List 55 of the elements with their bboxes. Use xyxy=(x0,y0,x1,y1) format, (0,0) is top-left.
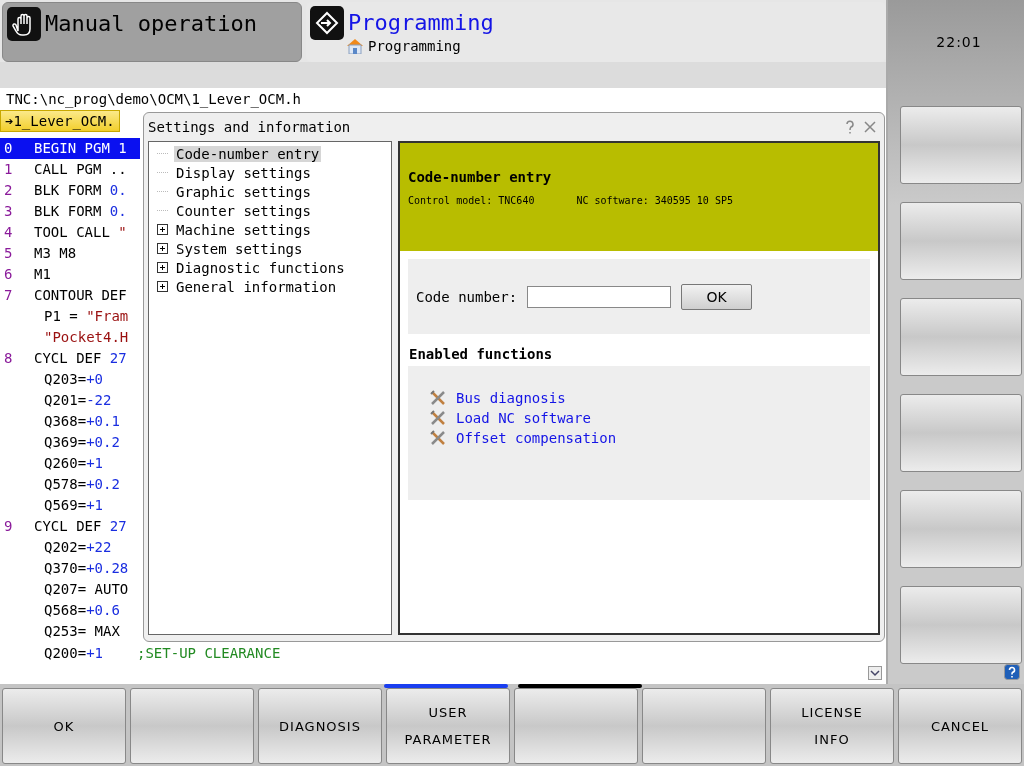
info-text: Control model: TNC640 xyxy=(408,195,535,206)
softkey[interactable] xyxy=(514,688,638,764)
program-line[interactable]: Q200=+1 ;SET-UP CLEARANCE xyxy=(0,642,886,665)
program-icon xyxy=(310,6,344,40)
softkey[interactable]: USER PARAMETER xyxy=(386,688,510,764)
side-softkey[interactable] xyxy=(900,586,1022,664)
side-softkey[interactable] xyxy=(900,202,1022,280)
tools-icon xyxy=(430,390,446,406)
dialog-title: Settings and information xyxy=(148,119,351,135)
side-softkey[interactable] xyxy=(900,106,1022,184)
mode-label: Manual operation xyxy=(45,10,257,38)
tree-item[interactable]: Machine settings xyxy=(174,221,313,238)
softkey[interactable]: OK xyxy=(2,688,126,764)
file-tab[interactable]: ➔1_Lever_OCM. xyxy=(0,110,120,132)
field-label: Code number: xyxy=(416,288,518,305)
function-link[interactable]: Load NC software xyxy=(456,410,591,426)
softkey[interactable]: LICENSE INFO xyxy=(770,688,894,764)
tree-item[interactable]: Diagnostic functions xyxy=(174,259,347,276)
softkey[interactable] xyxy=(642,688,766,764)
side-softkey[interactable] xyxy=(900,298,1022,376)
tree-item[interactable]: General information xyxy=(174,278,339,295)
side-softkey[interactable] xyxy=(900,394,1022,472)
plus-box-icon[interactable] xyxy=(157,262,168,273)
hand-icon xyxy=(7,7,41,41)
plus-box-icon[interactable] xyxy=(157,243,168,254)
tools-icon xyxy=(430,430,446,446)
tree-item[interactable]: Display settings xyxy=(174,164,313,181)
tree-item[interactable]: Counter settings xyxy=(174,202,313,219)
code-number-field[interactable] xyxy=(527,285,672,308)
softkey[interactable]: CANCEL xyxy=(898,688,1022,764)
tools-icon xyxy=(430,410,446,426)
home-icon xyxy=(346,38,364,54)
ok-button[interactable]: OK xyxy=(681,283,753,310)
softkey[interactable] xyxy=(130,688,254,764)
mode-label: Programming xyxy=(348,9,494,37)
tree-item[interactable]: Code-number entry xyxy=(174,145,322,162)
plus-box-icon[interactable] xyxy=(157,281,168,292)
file-path: TNC:\nc_prog\demo\OCM\1_Lever_OCM.h xyxy=(0,88,886,110)
function-link[interactable]: Offset compensation xyxy=(456,430,617,446)
close-icon[interactable] xyxy=(864,120,876,134)
tree-item[interactable]: Graphic settings xyxy=(174,183,313,200)
section-title: Enabled functions xyxy=(408,345,554,364)
panel-heading: Code-number entry xyxy=(408,169,553,185)
softkey[interactable]: DIAGNOSIS xyxy=(258,688,382,764)
mode-subtitle: Programming xyxy=(368,38,461,54)
function-link[interactable]: Bus diagnosis xyxy=(456,390,566,406)
plus-box-icon[interactable] xyxy=(157,224,168,235)
help-icon[interactable] xyxy=(1004,664,1020,680)
side-softkey[interactable] xyxy=(900,490,1022,568)
info-text: NC software: 340595 10 SP5 xyxy=(576,195,733,206)
scroll-down-icon[interactable] xyxy=(868,666,882,680)
help-icon[interactable] xyxy=(844,120,856,134)
clock: 22:01 xyxy=(935,33,983,52)
tree-item[interactable]: System settings xyxy=(174,240,305,257)
mode-tab[interactable]: Manual operation xyxy=(2,2,302,62)
